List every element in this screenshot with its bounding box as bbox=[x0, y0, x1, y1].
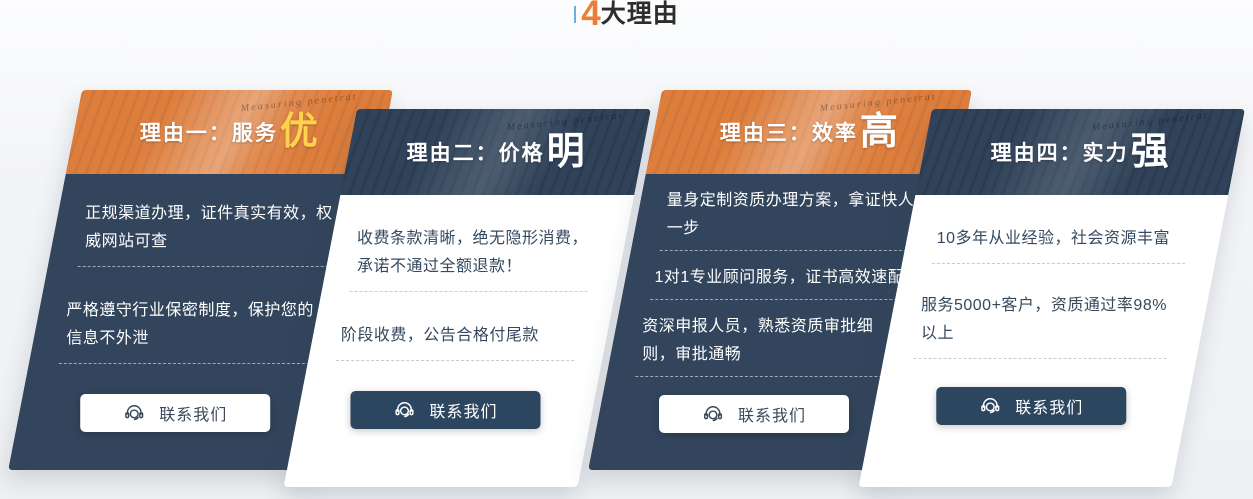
dashed-divider bbox=[58, 363, 310, 364]
headset-icon bbox=[702, 403, 724, 425]
title-text: 大理由 bbox=[601, 0, 679, 28]
contact-button[interactable]: 联系我们 bbox=[936, 387, 1126, 425]
contact-button[interactable]: 联系我们 bbox=[659, 395, 849, 433]
contact-button-label: 联系我们 bbox=[429, 398, 497, 422]
card-4-title: 理由四：实力强 bbox=[991, 133, 1169, 171]
dashed-divider bbox=[651, 299, 902, 300]
card-2-item: 阶段收费，公告合格付尾款 bbox=[341, 322, 579, 350]
card-4-body: 10多年从业经验，社会资源丰富 服务5000+客户，资质通过率98%以上 联系我… bbox=[859, 195, 1229, 487]
card-1-header: Measuring penetrat 理由一：服务优 bbox=[66, 90, 393, 174]
dashed-divider bbox=[913, 358, 1167, 359]
headset-icon bbox=[979, 395, 1001, 417]
dashed-divider bbox=[660, 250, 911, 251]
title-tick-bar bbox=[574, 6, 576, 23]
card-3-item: 资深申报人员，熟悉资质审批细则，审批通畅 bbox=[643, 313, 894, 369]
card-3-title: 理由三：效率高 bbox=[720, 113, 898, 151]
card-2-item: 收费条款清晰，绝无隐形消费，承诺不通过全额退款！ bbox=[357, 225, 595, 281]
headset-icon bbox=[393, 399, 415, 421]
card-1-title: 理由一：服务优 bbox=[140, 113, 318, 151]
card-4-header: Measuring penetrat 理由四：实力强 bbox=[915, 109, 1245, 195]
card-1-item: 正规渠道办理，证件真实有效，权威网站可查 bbox=[85, 200, 337, 256]
dashed-divider bbox=[636, 376, 887, 377]
dashed-divider bbox=[336, 360, 574, 361]
card-4-title-accent: 强 bbox=[1131, 133, 1169, 171]
card-2-title: 理由二：价格明 bbox=[407, 133, 585, 171]
title-number: 4 bbox=[581, 0, 600, 33]
card-2-header: Measuring penetrat 理由二：价格明 bbox=[340, 109, 651, 195]
card-4-item: 服务5000+客户，资质通过率98%以上 bbox=[921, 292, 1175, 348]
card-3-title-prefix: 理由三：效率 bbox=[720, 117, 858, 147]
card-2-title-prefix: 理由二：价格 bbox=[407, 137, 545, 167]
card-2-body: 收费条款清晰，绝无隐形消费，承诺不通过全额退款！ 阶段收费，公告合格付尾款 联系… bbox=[284, 195, 635, 487]
dashed-divider bbox=[349, 291, 587, 292]
contact-button-label: 联系我们 bbox=[738, 402, 806, 426]
headset-icon bbox=[123, 402, 145, 424]
card-1-title-prefix: 理由一：服务 bbox=[140, 117, 278, 147]
page-title: 4大理由 bbox=[0, 0, 1253, 34]
contact-button[interactable]: 联系我们 bbox=[80, 394, 270, 432]
card-3-item: 1对1专业顾问服务，证书高效速配 bbox=[655, 264, 906, 292]
card-3-title-accent: 高 bbox=[860, 113, 898, 151]
card-2-title-accent: 明 bbox=[547, 133, 585, 171]
card-4-title-prefix: 理由四：实力 bbox=[991, 137, 1129, 167]
dashed-divider bbox=[932, 263, 1186, 264]
contact-button-label: 联系我们 bbox=[159, 401, 227, 425]
card-1-item: 严格遵守行业保密制度，保护您的信息不外泄 bbox=[66, 297, 318, 353]
contact-button-label: 联系我们 bbox=[1015, 394, 1083, 418]
reasons-section: 4大理由 Measuring penetrat 理由一：服务优 正规渠道办理，证… bbox=[0, 0, 1253, 499]
contact-button[interactable]: 联系我们 bbox=[350, 391, 540, 429]
card-4-item: 10多年从业经验，社会资源丰富 bbox=[936, 225, 1190, 253]
card-1-title-accent: 优 bbox=[280, 113, 318, 151]
dashed-divider bbox=[77, 266, 329, 267]
card-3-item: 量身定制资质办理方案，拿证快人一步 bbox=[667, 187, 918, 243]
